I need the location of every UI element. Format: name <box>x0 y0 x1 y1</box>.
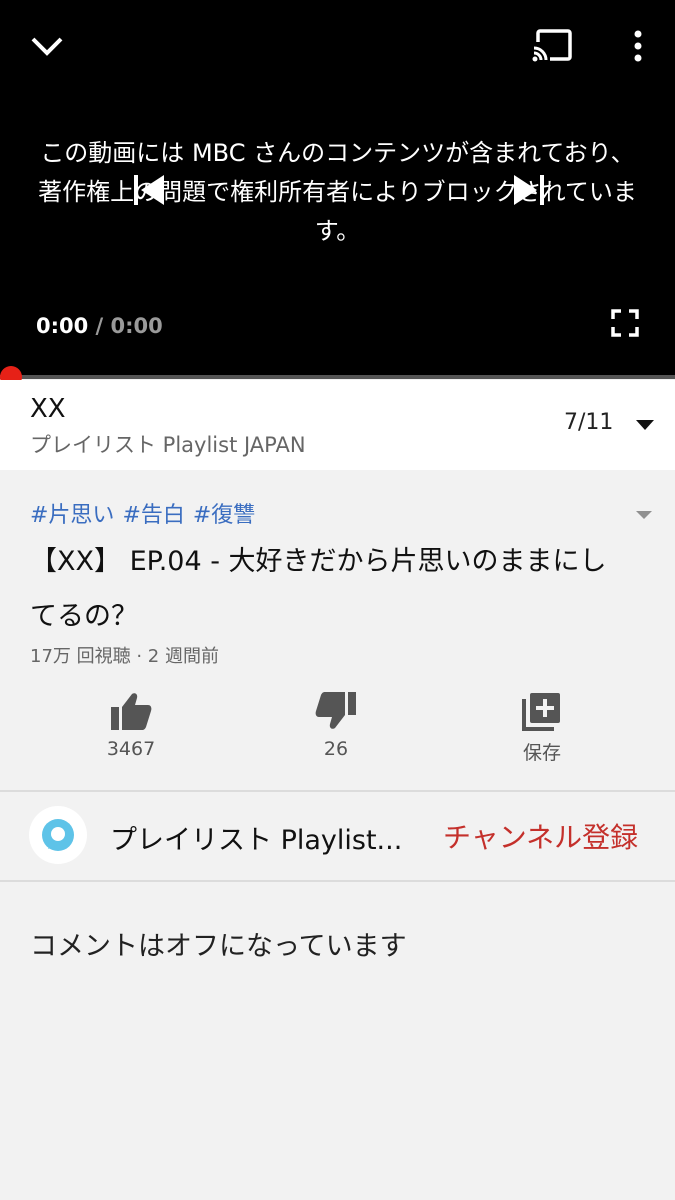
hashtags: #片思い #告白 #復讐 <box>30 497 263 529</box>
divider <box>0 880 675 882</box>
save-label: 保存 <box>522 742 561 764</box>
like-count: 3467 <box>106 738 156 760</box>
hashtag-link[interactable]: #復讐 <box>193 503 255 528</box>
chat-bubble-icon <box>42 819 74 851</box>
fullscreen-button[interactable] <box>604 302 646 344</box>
cast-icon <box>532 29 572 62</box>
dislike-count: 26 <box>323 738 349 760</box>
collapse-button[interactable] <box>22 24 72 68</box>
hashtag-link[interactable]: #片思い <box>30 503 114 528</box>
next-button[interactable] <box>508 168 552 212</box>
hashtag-link[interactable]: #告白 <box>122 503 184 528</box>
previous-button[interactable] <box>126 168 170 212</box>
playlist-add-icon <box>522 693 560 731</box>
like-button[interactable]: 3467 <box>71 688 191 760</box>
duration: / 0:00 <box>95 314 163 338</box>
description-expand-button[interactable] <box>626 500 662 530</box>
skip-previous-icon <box>134 175 164 205</box>
dislike-button[interactable]: 26 <box>276 688 396 760</box>
caret-down-icon <box>636 511 652 519</box>
comments-off-notice: コメントはオフになっています <box>30 931 407 962</box>
fullscreen-icon <box>611 309 639 337</box>
current-time: 0:00 <box>36 314 89 338</box>
progress-bar[interactable] <box>0 375 675 379</box>
playlist-title: XX <box>30 394 66 424</box>
video-title: 【XX】 EP.04 - 大好きだから片思いのままにしてるの？ <box>30 546 607 632</box>
playlist-position: 7/11 <box>564 410 614 435</box>
video-player[interactable]: この動画には MBC さんのコンテンツが含まれており、著作権上の問題で権利所有者… <box>0 0 675 378</box>
divider <box>0 790 675 792</box>
thumbs-up-icon <box>111 693 152 730</box>
channel-name[interactable]: プレイリスト Playlist... <box>110 818 410 857</box>
playlist-expand-button[interactable] <box>628 410 662 440</box>
more-vert-icon <box>634 30 642 62</box>
more-options-button[interactable] <box>618 22 658 70</box>
subscribe-button[interactable]: チャンネル登録 <box>443 816 638 856</box>
video-meta: 17万 回視聴 · 2 週間前 <box>30 646 219 667</box>
channel-avatar[interactable] <box>29 806 87 864</box>
playlist-channel: プレイリスト Playlist JAPAN <box>30 433 306 457</box>
time-display: 0:00 / 0:00 <box>36 314 163 338</box>
save-button[interactable]: 保存 <box>482 688 602 765</box>
chevron-down-icon <box>31 37 63 56</box>
cast-button[interactable] <box>526 24 578 68</box>
thumbs-down-icon <box>315 692 356 729</box>
caret-down-icon <box>636 420 654 430</box>
skip-next-icon <box>514 175 544 205</box>
playlist-bar[interactable]: XX プレイリスト Playlist JAPAN 7/11 <box>0 380 675 470</box>
blocked-message: この動画には MBC さんのコンテンツが含まれており、著作権上の問題で権利所有者… <box>38 139 637 245</box>
